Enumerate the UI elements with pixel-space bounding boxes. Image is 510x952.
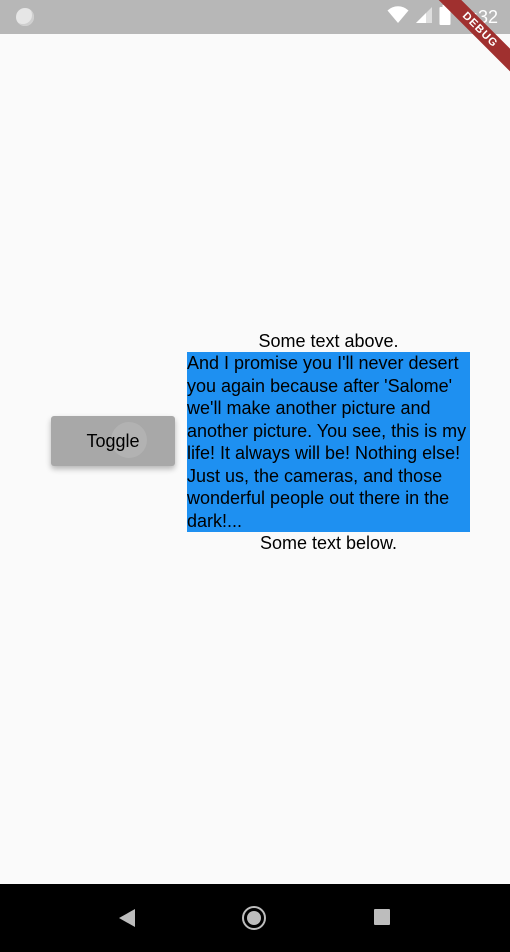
- status-icons: 1:32: [387, 4, 498, 30]
- wifi-icon: [387, 6, 409, 28]
- text-above: Some text above.: [258, 331, 399, 351]
- recents-icon[interactable]: [374, 909, 390, 925]
- highlighted-text-block: And I promise you I'll never desert you …: [187, 352, 470, 532]
- status-bar: 1:32: [0, 0, 510, 34]
- status-time: 1:32: [462, 7, 498, 27]
- home-icon-inner: [247, 911, 261, 925]
- cell-signal-icon: [415, 6, 433, 28]
- toggle-button-label: Toggle: [86, 430, 140, 451]
- toggle-button[interactable]: Toggle: [51, 416, 175, 466]
- circle-notification-icon: [16, 8, 34, 26]
- back-icon[interactable]: [119, 909, 135, 927]
- text-below: Some text below.: [259, 533, 398, 553]
- battery-icon: [439, 5, 451, 29]
- navigation-bar: [0, 884, 510, 952]
- home-icon[interactable]: [242, 906, 266, 930]
- text-column: Some text above. And I promise you I'll …: [187, 330, 470, 554]
